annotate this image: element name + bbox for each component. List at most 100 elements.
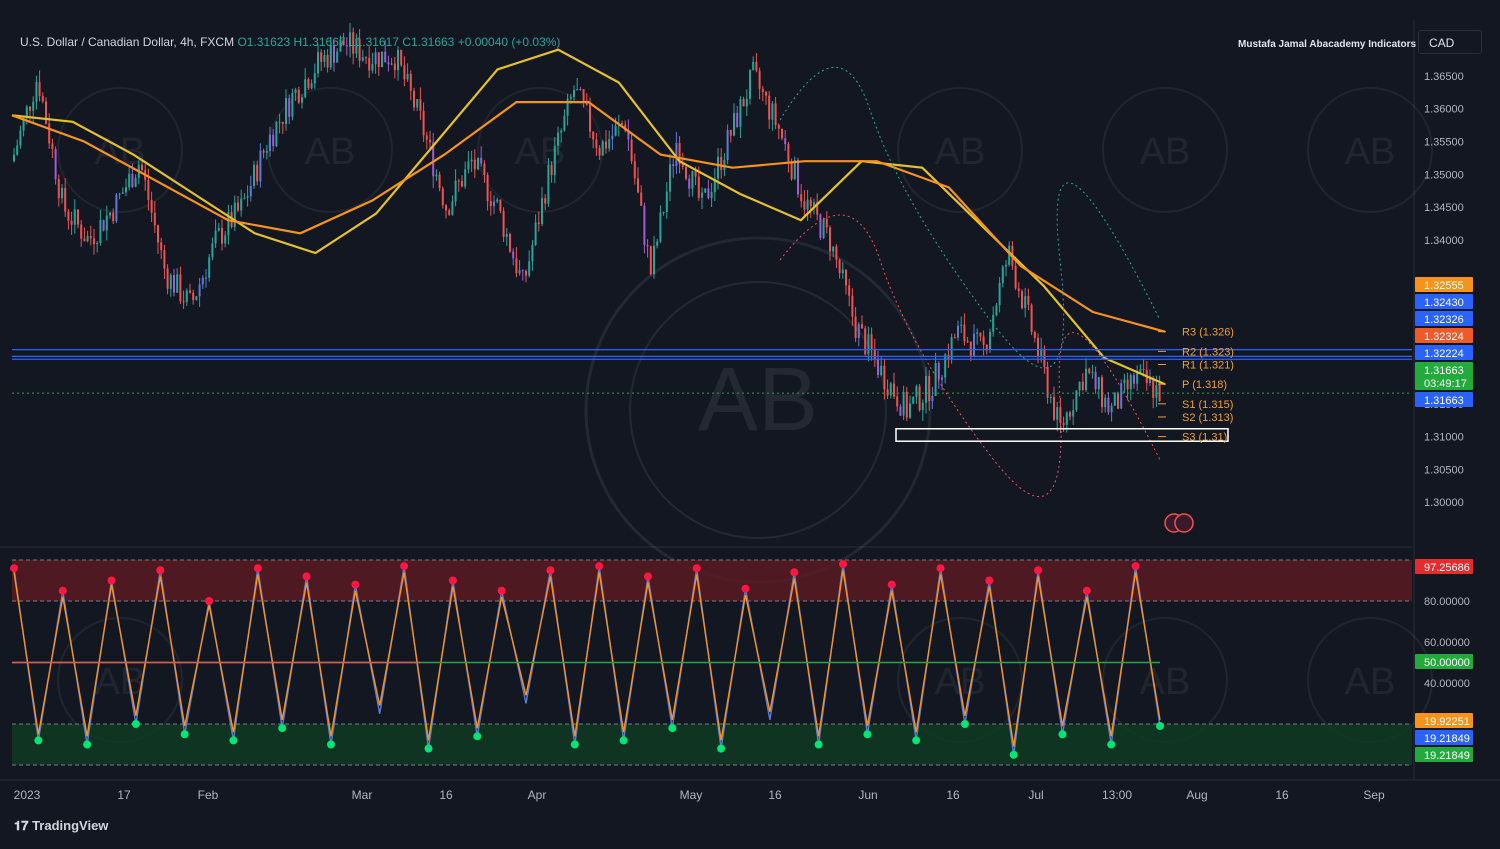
candle-body [323,54,326,62]
candle-body [1094,371,1097,390]
candle-body [272,134,275,147]
candle-body [861,324,863,329]
overbought-dot [741,584,750,593]
pivot-label-6: S3 (1.31) [1182,432,1227,444]
candle-body [877,358,879,376]
candle-body [153,212,156,226]
candle-body [736,112,739,127]
candle-body [278,121,281,123]
candle-body [541,198,543,224]
candle-body [365,57,367,59]
candle-body [829,227,831,252]
candle-body [531,244,534,262]
candle-body [976,332,979,334]
candle-body [112,212,115,222]
candle-body [832,246,835,252]
candle-body [1056,407,1059,420]
candle-body [633,161,636,179]
chart-area[interactable]: AB AB AB AB AB AB AB AB AB AB AB R3 (1.326) R2 (1.32… [0,0,1500,844]
price-tick-label: 1.36000 [1424,104,1464,116]
candle-body [733,112,735,136]
candle-body [608,139,611,149]
candle-body [166,268,169,289]
candle-body [480,157,483,164]
candle-body [297,89,300,103]
chart-svg[interactable]: ABAB AB AB AB AB ABAB AB AB ABR3 (1.326)R2 (1.32… [0,0,1500,844]
candle-body [109,212,111,216]
oversold-dot [131,720,140,728]
candle-body [848,285,851,296]
indicator-name: Mustafa Jamal Abacademy Indicators [1238,39,1417,50]
candle-body [771,103,774,120]
candle-body [1014,265,1017,289]
candle-body [265,151,268,153]
oversold-dot [180,730,189,739]
event-flag-icon-2 [1174,513,1194,533]
candle-body [150,200,153,213]
time-tick-label: 2023 [14,788,41,802]
time-tick-label: Aug [1186,788,1207,802]
candle-body [38,82,41,97]
candle-body [569,96,572,99]
candle-body [249,185,252,197]
price-tick-label: 1.34500 [1424,202,1464,214]
candle-body [1085,368,1087,390]
candle-body [201,277,204,285]
candle-body [320,52,323,62]
candle-body [118,193,121,195]
candle-body [371,63,374,71]
candle-body [579,89,582,91]
candle-body [755,61,758,71]
candle-body [29,106,31,111]
candle-body [979,332,982,337]
candle-body [953,337,956,339]
candle-body [259,150,262,182]
candle-body [1078,381,1081,391]
watermark-letters: AB [698,350,818,450]
price-tick-label: 1.30500 [1424,464,1464,476]
candle-body [809,199,812,207]
candle-body [822,219,825,238]
candle-body [384,51,387,63]
oversold-dot [229,736,238,745]
candle-body [1101,377,1103,408]
candle-body [915,386,918,398]
candle-body [281,121,284,124]
candle-body [448,210,451,215]
time-tick-label: 16 [946,788,960,802]
candle-body [1142,368,1145,370]
candle-body [867,334,870,355]
symbol-header: U.S. Dollar / Canadian Dollar, 4h, FXCM … [20,35,560,49]
candle-body [969,341,972,357]
candle-body [1065,412,1068,425]
candle-body [710,192,713,199]
candle-body [784,138,787,145]
candle-body [169,274,172,289]
candle-body [457,180,460,182]
candle-body [387,62,390,65]
candle-body [557,132,559,146]
overbought-dot [1034,566,1043,575]
candle-body [973,333,975,357]
candle-body [134,177,137,187]
candle-body [35,82,38,102]
overbought-dot [790,568,799,577]
candle-body [614,125,617,136]
candle-body [717,156,719,179]
ohlc-open: O1.31623 [237,35,291,49]
candle-body [563,115,566,131]
candle-body [301,97,303,103]
overbought-dot [643,572,652,581]
candle-body [662,211,665,213]
currency-button[interactable]: CAD [1418,30,1482,54]
candle-body [176,274,179,293]
candle-body [937,362,940,380]
candle-body [1030,304,1033,332]
candle-body [467,161,470,170]
candle-body [310,83,313,89]
candle-body [291,93,294,117]
time-tick-label: 13:00 [1102,788,1132,802]
candle-body [621,123,623,125]
candle-body [707,188,710,199]
candle-body [381,51,383,68]
